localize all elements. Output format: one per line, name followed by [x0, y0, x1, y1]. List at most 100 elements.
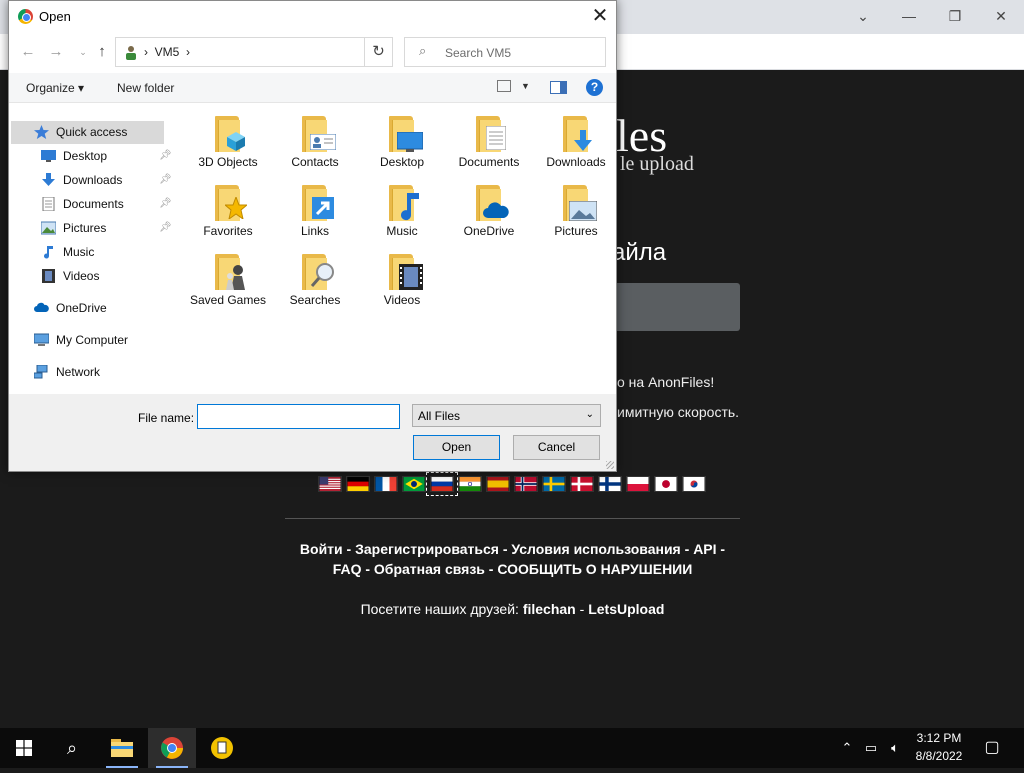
- flag-jp[interactable]: [654, 476, 678, 492]
- report-abuse-link[interactable]: СООБЩИТЬ О НАРУШЕНИИ: [497, 561, 692, 577]
- flag-es[interactable]: [486, 476, 510, 492]
- path-separator[interactable]: ›: [186, 45, 190, 59]
- desktop-icon: [41, 150, 56, 162]
- folder-icon: [389, 116, 423, 152]
- flag-fr[interactable]: [374, 476, 398, 492]
- show-hidden-icons-chevron-icon[interactable]: ⌃: [838, 728, 856, 768]
- flag-us[interactable]: [318, 476, 342, 492]
- terms-link[interactable]: Условия использования: [511, 541, 680, 557]
- start-button[interactable]: [0, 728, 48, 768]
- trailing-separator: -: [716, 541, 726, 557]
- pin-icon: 📌︎: [159, 222, 172, 233]
- api-link[interactable]: API: [693, 541, 716, 557]
- faq-link[interactable]: FAQ: [333, 561, 362, 577]
- chrome-icon: [161, 737, 183, 759]
- folder-onedrive[interactable]: OneDrive: [447, 173, 531, 239]
- folder-downloads[interactable]: Downloads: [534, 104, 618, 170]
- chrome-taskbar-button[interactable]: [148, 728, 196, 768]
- folder-favorites[interactable]: Favorites: [186, 173, 270, 239]
- flag-br[interactable]: [402, 476, 426, 492]
- notification-icon[interactable]: ▢: [980, 728, 1004, 768]
- folder-label: 3D Objects: [198, 155, 258, 169]
- clock-date[interactable]: 8/8/2022: [903, 749, 975, 763]
- path-segment-vm5[interactable]: VM5: [155, 45, 180, 59]
- folder-links[interactable]: Links: [273, 173, 357, 239]
- folder-icon: [215, 185, 247, 221]
- sticky-app-button[interactable]: [198, 728, 246, 768]
- folder-icon: [476, 185, 509, 221]
- restore-button[interactable]: ❐: [932, 4, 978, 28]
- preview-pane-icon[interactable]: [550, 81, 567, 94]
- letsupload-link[interactable]: LetsUpload: [588, 601, 664, 617]
- flag-dk[interactable]: [570, 476, 594, 492]
- folder-music[interactable]: Music: [360, 173, 444, 239]
- flag-in[interactable]: [458, 476, 482, 492]
- flag-se[interactable]: [542, 476, 566, 492]
- minimize-button[interactable]: —: [886, 4, 932, 28]
- organize-button[interactable]: Organize ▾: [26, 81, 84, 95]
- tab-search-chevron-icon[interactable]: ⌄: [840, 4, 886, 28]
- forward-arrow-icon[interactable]: →: [45, 41, 67, 63]
- close-window-button[interactable]: ✕: [978, 4, 1024, 28]
- file-explorer-button[interactable]: [98, 728, 146, 768]
- folder-saved-games[interactable]: Saved Games: [186, 242, 270, 308]
- file-list: 3D Objects Contacts Desktop Documents Do…: [172, 104, 616, 394]
- link-separator: -: [342, 541, 356, 557]
- flag-pl[interactable]: [626, 476, 650, 492]
- folder-searches[interactable]: Searches: [273, 242, 357, 308]
- dialog-footer: File name: ⌄ All Files ⌄ Open Cancel: [9, 394, 616, 471]
- navigation-bar: ← → ⌄ ↑ › VM5 › ⌄ ↻ ⌕ Search VM5: [9, 36, 616, 68]
- cube-icon: [227, 132, 245, 151]
- address-bar[interactable]: › VM5 › ⌄: [115, 37, 455, 67]
- folder-3d-objects[interactable]: 3D Objects: [186, 104, 270, 170]
- link-arrow-icon: [312, 197, 334, 219]
- sticky-app-icon: [211, 737, 233, 759]
- search-input[interactable]: Search VM5: [445, 46, 511, 60]
- up-arrow-icon[interactable]: ↑: [91, 41, 113, 63]
- flag-fi[interactable]: [598, 476, 622, 492]
- open-button[interactable]: Open: [413, 435, 500, 460]
- network-status-icon[interactable]: ▭: [860, 728, 882, 768]
- folder-desktop[interactable]: Desktop: [360, 104, 444, 170]
- search-icon: ⌕: [419, 43, 427, 58]
- file-type-select[interactable]: All Files ⌄: [412, 404, 601, 427]
- file-name-input[interactable]: ⌄: [197, 404, 584, 429]
- music-note-icon: [44, 246, 53, 259]
- folder-icon: [302, 254, 334, 290]
- view-dropdown-icon[interactable]: ▼: [521, 81, 530, 91]
- folder-contacts[interactable]: Contacts: [273, 104, 357, 170]
- folder-videos[interactable]: Videos: [360, 242, 444, 308]
- cancel-button[interactable]: Cancel: [513, 435, 600, 460]
- search-box[interactable]: ⌕ Search VM5: [404, 37, 606, 67]
- sidebar-item-label: Documents: [63, 197, 124, 211]
- new-folder-button[interactable]: New folder: [117, 81, 174, 95]
- flag-kr[interactable]: [682, 476, 706, 492]
- flag-de[interactable]: [346, 476, 370, 492]
- picture-icon: [569, 201, 597, 221]
- dialog-close-button[interactable]: ✕: [584, 1, 616, 31]
- computer-icon: [34, 333, 49, 346]
- login-link[interactable]: Войти: [300, 541, 343, 557]
- file-explorer-icon: [111, 739, 133, 757]
- upload-button[interactable]: [600, 283, 740, 331]
- flag-ru[interactable]: [426, 472, 458, 496]
- search-icon[interactable]: ⌕: [48, 728, 96, 768]
- folder-documents[interactable]: Documents: [447, 104, 531, 170]
- folder-pictures[interactable]: Pictures: [534, 173, 618, 239]
- filechan-link[interactable]: filechan: [523, 601, 576, 617]
- monitor-icon: [397, 132, 423, 152]
- feedback-link[interactable]: Обратная связь: [374, 561, 485, 577]
- folder-label: Contacts: [291, 155, 339, 169]
- upload-info-line2: имитную скорость.: [617, 404, 740, 420]
- clock-time[interactable]: 3:12 PM: [903, 731, 975, 745]
- sidebar-item-label: Videos: [63, 269, 100, 283]
- register-link[interactable]: Зарегистрироваться: [355, 541, 499, 557]
- refresh-button[interactable]: ↻: [365, 37, 393, 67]
- help-icon[interactable]: ?: [586, 79, 603, 96]
- folder-label: Music: [386, 224, 418, 238]
- back-arrow-icon[interactable]: ←: [17, 41, 39, 63]
- flag-no[interactable]: [514, 476, 538, 492]
- view-options-icon[interactable]: [497, 80, 511, 92]
- resize-grip[interactable]: [606, 461, 614, 469]
- dialog-titlebar: Open ✕: [9, 1, 616, 33]
